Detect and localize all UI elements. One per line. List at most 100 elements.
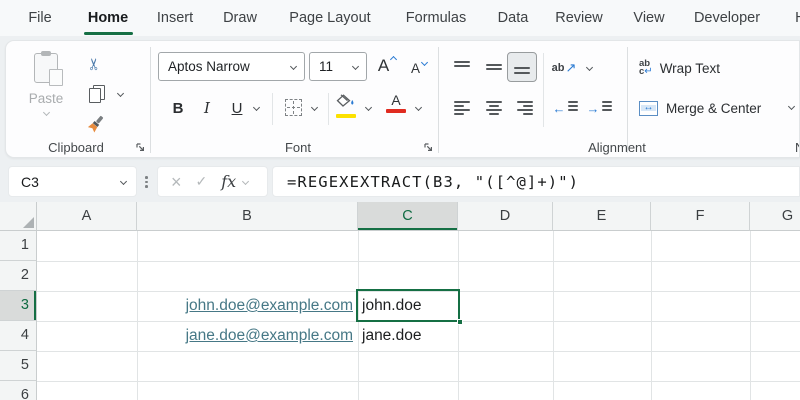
row-header-5[interactable]: 5: [0, 351, 37, 381]
cell-b3-email-link[interactable]: john.doe@example.com: [137, 291, 358, 321]
name-box[interactable]: C3: [8, 166, 137, 197]
cut-button[interactable]: ✂: [84, 53, 108, 75]
dialog-launcher-icon: [423, 142, 434, 153]
tab-home[interactable]: Home: [88, 0, 128, 36]
align-middle-button[interactable]: [481, 55, 507, 79]
return-arrow-icon: ↵: [644, 66, 652, 77]
italic-button[interactable]: I: [196, 95, 218, 121]
tab-view[interactable]: View: [633, 0, 664, 36]
active-tab-underline: [84, 32, 133, 36]
increase-indent-arrow-icon: →: [587, 102, 600, 115]
font-name-value: Aptos Narrow: [159, 59, 291, 74]
increase-indent-button[interactable]: →: [584, 95, 614, 121]
tab-developer[interactable]: Developer: [694, 0, 760, 36]
cell-b4-email-link[interactable]: jane.doe@example.com: [137, 321, 358, 351]
copy-icon: [89, 85, 105, 103]
tab-data[interactable]: Data: [498, 0, 529, 36]
underline-button[interactable]: U: [226, 95, 248, 121]
row-header-3[interactable]: 3: [0, 291, 37, 321]
column-header-d[interactable]: D: [458, 202, 553, 231]
decrease-font-size-button[interactable]: A: [404, 56, 432, 80]
borders-button[interactable]: [283, 97, 303, 117]
font-name-combobox[interactable]: Aptos Narrow: [158, 52, 305, 81]
fill-color-chevron-icon[interactable]: [365, 104, 372, 111]
copy-dropdown-chevron-icon[interactable]: [117, 90, 124, 97]
borders-icon: [285, 99, 302, 116]
align-center-icon: [486, 101, 502, 116]
row-header-2[interactable]: 2: [0, 261, 37, 291]
wrap-text-icon: ab c↵: [639, 60, 653, 77]
font-dialog-launcher[interactable]: [423, 140, 434, 158]
caret-down-icon: [421, 58, 428, 65]
fill-color-bucket-icon: [336, 94, 356, 108]
font-color-letter-icon: A: [386, 93, 406, 108]
copy-button[interactable]: [86, 83, 108, 105]
wrap-text-button[interactable]: ab c↵ Wrap Text: [639, 55, 720, 81]
insert-function-button[interactable]: fx: [207, 172, 236, 191]
align-top-button[interactable]: [449, 55, 475, 79]
enter-button[interactable]: ✓: [182, 173, 208, 190]
decrease-font-size-icon: A: [411, 61, 420, 76]
gridline: [37, 261, 800, 262]
decrease-indent-button[interactable]: ←: [550, 95, 580, 121]
align-left-button[interactable]: [449, 95, 475, 121]
column-header-g[interactable]: G: [750, 202, 800, 231]
decrease-indent-lines-icon: [568, 101, 578, 116]
paste-clipboard-icon: [34, 53, 58, 83]
column-header-e[interactable]: E: [553, 202, 651, 231]
row-header-4[interactable]: 4: [0, 321, 37, 351]
gridline: [553, 231, 554, 400]
gridline: [37, 381, 800, 382]
tab-review[interactable]: Review: [555, 0, 603, 36]
font-color-chevron-icon[interactable]: [415, 104, 422, 111]
increase-font-size-button[interactable]: A: [372, 53, 400, 79]
separator: [272, 93, 273, 125]
row-header-6[interactable]: 6: [0, 381, 37, 400]
format-painter-button[interactable]: [84, 113, 108, 135]
font-name-chevron-icon: [290, 63, 297, 70]
formula-input[interactable]: =REGEXEXTRACT(B3, "([^@]+)"): [272, 166, 800, 197]
font-color-button[interactable]: A: [386, 93, 406, 113]
formula-bar-splitter[interactable]: [145, 174, 148, 190]
align-bottom-button[interactable]: [507, 52, 537, 82]
merge-center-label: Merge & Center: [666, 101, 761, 116]
paste-button[interactable]: Paste: [14, 49, 78, 141]
decrease-indent-arrow-icon: ←: [553, 102, 566, 115]
merge-center-chevron-icon[interactable]: [788, 103, 795, 110]
cancel-button[interactable]: ×: [158, 173, 182, 191]
fill-handle[interactable]: [457, 319, 463, 325]
orientation-button[interactable]: ab↗: [549, 56, 579, 80]
column-header-c[interactable]: C: [358, 202, 458, 231]
column-header-b[interactable]: B: [137, 202, 358, 231]
worksheet-grid: A B C D E F G 1 2 3 4 5 6 john.doe@examp…: [0, 202, 800, 400]
tab-draw[interactable]: Draw: [223, 0, 257, 36]
ribbon: Paste ✂ Clipboard: [0, 36, 800, 202]
column-header-a[interactable]: A: [37, 202, 137, 231]
column-header-f[interactable]: F: [651, 202, 750, 231]
align-center-button[interactable]: [481, 95, 507, 121]
clipboard-dialog-launcher[interactable]: [135, 140, 146, 158]
format-painter-icon: [87, 114, 105, 134]
cell-c4[interactable]: jane.doe: [362, 321, 456, 351]
excel-window: File Home Insert Draw Page Layout Formul…: [0, 0, 800, 400]
row-header-1[interactable]: 1: [0, 231, 37, 261]
tab-help[interactable]: Help: [795, 0, 800, 36]
align-right-icon: [517, 101, 533, 116]
fill-color-button[interactable]: [336, 94, 358, 118]
tab-file[interactable]: File: [28, 0, 51, 36]
tab-formulas[interactable]: Formulas: [406, 0, 466, 36]
select-all-button[interactable]: [0, 202, 37, 231]
align-right-button[interactable]: [512, 95, 538, 121]
clipboard-group-label: Clipboard: [16, 140, 136, 155]
underline-chevron-icon[interactable]: [253, 104, 260, 111]
tab-page-layout[interactable]: Page Layout: [289, 0, 370, 36]
orientation-chevron-icon[interactable]: [586, 64, 593, 71]
borders-chevron-icon[interactable]: [311, 104, 318, 111]
font-size-combobox[interactable]: 11: [309, 52, 367, 81]
tab-insert[interactable]: Insert: [157, 0, 193, 36]
bold-button[interactable]: B: [166, 95, 190, 121]
align-middle-icon: [486, 61, 502, 74]
fx-chevron-icon[interactable]: [242, 178, 249, 185]
merge-arrows-icon: ↔: [644, 103, 654, 113]
merge-center-button[interactable]: ↔ Merge & Center: [639, 94, 761, 122]
